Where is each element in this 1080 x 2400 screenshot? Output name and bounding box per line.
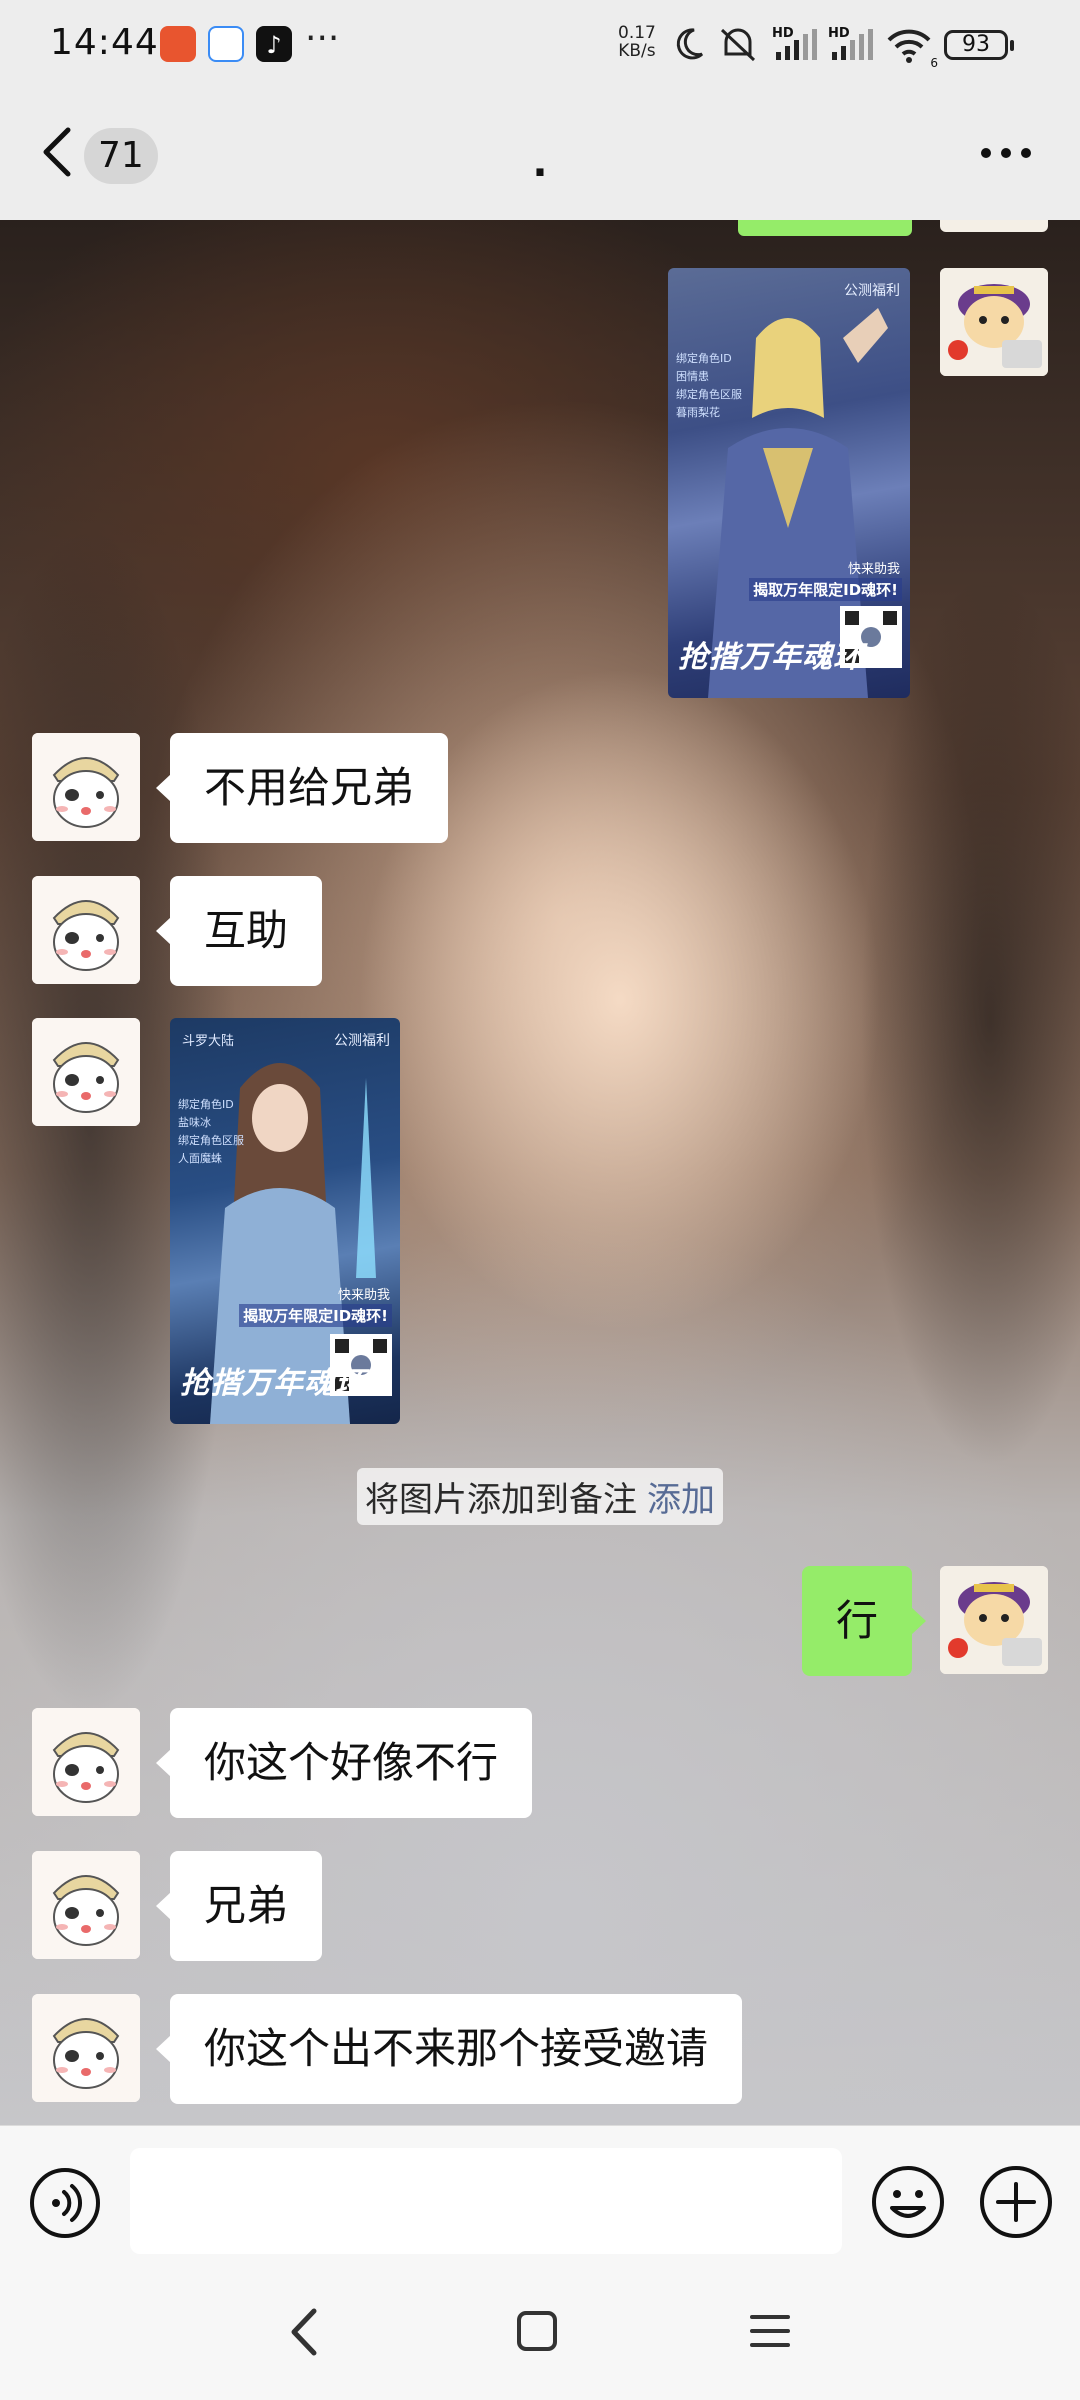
- poster-limit-text: 揭取万年限定ID魂环!: [239, 1304, 392, 1327]
- message-bubble-partial[interactable]: [738, 220, 912, 236]
- svg-text:♪: ♪: [266, 31, 281, 59]
- poster-side-text: 绑定角色ID 困情患 绑定角色区服 暮雨梨花: [676, 352, 742, 419]
- avatar[interactable]: [32, 1018, 140, 1126]
- system-tip: 将图片添加到备注 添加: [0, 1468, 1080, 1525]
- poster-title: 抢揩万年魂环: [180, 1366, 366, 1401]
- add-remark-link[interactable]: 添加: [647, 1480, 715, 1520]
- app-icon-orange: [160, 26, 196, 62]
- moon-icon: [676, 28, 704, 60]
- chat-message-list[interactable]: 公测福利 绑定角色ID 困情患 绑定角色区服 暮雨梨花 快来助我 揭取万年限定I…: [0, 220, 1080, 2125]
- chat-title: .: [532, 140, 548, 186]
- text-message[interactable]: 互助: [155, 876, 323, 986]
- poster-header: 斗罗大陆: [182, 1034, 235, 1049]
- poster-limit-text: 揭取万年限定ID魂环!: [749, 578, 902, 601]
- signal-icon: HD: [772, 26, 822, 64]
- system-nav-bar: [0, 2265, 1080, 2400]
- more-dots-icon[interactable]: [978, 138, 1034, 168]
- avatar[interactable]: [32, 1851, 140, 1959]
- avatar[interactable]: [32, 1708, 140, 1816]
- text-message[interactable]: 你这个好像不行: [155, 1708, 533, 1818]
- voice-icon[interactable]: [28, 2166, 102, 2240]
- text-message[interactable]: 行: [802, 1566, 927, 1676]
- poster-header: 公测福利: [844, 283, 900, 299]
- avatar[interactable]: [32, 876, 140, 984]
- avatar[interactable]: [940, 1566, 1048, 1674]
- status-bar: 14:44 ♪ ··· 0.17 KB/s HD HD 6 93: [0, 0, 1080, 92]
- avatar[interactable]: [32, 733, 140, 841]
- avatar[interactable]: [32, 1994, 140, 2102]
- chat-background-shade: [860, 570, 1080, 1470]
- wifi-icon: 6: [886, 26, 938, 70]
- system-tip-text: 将图片添加到备注: [365, 1480, 637, 1520]
- poster-help-text: 快来助我: [847, 562, 900, 577]
- nav-home-icon[interactable]: [515, 2309, 559, 2353]
- text-message[interactable]: 兄弟: [155, 1851, 323, 1961]
- app-icon-chat: [208, 26, 244, 62]
- poster-side-text: 绑定角色ID 盐味冰 绑定角色区服 人面魔蛛: [178, 1098, 244, 1165]
- battery-level: 93: [962, 32, 990, 57]
- poster-header: 公测福利: [334, 1033, 390, 1049]
- signal-icon: HD: [828, 26, 878, 64]
- mute-icon: [720, 28, 756, 62]
- avatar[interactable]: [940, 268, 1048, 376]
- image-message[interactable]: 斗罗大陆 公测福利 绑定角色ID 盐味冰 绑定角色区服 人面魔蛛 快来助我 揭取…: [170, 1018, 400, 1424]
- poster-title: 抢揩万年魂环: [678, 640, 864, 675]
- text-message[interactable]: 你这个出不来那个接受邀请: [155, 1994, 743, 2104]
- avatar-partial[interactable]: [940, 220, 1048, 232]
- nav-menu-icon[interactable]: [748, 2309, 792, 2353]
- net-speed: 0.17 KB/s: [618, 24, 656, 60]
- status-overflow: ···: [305, 18, 340, 59]
- nav-back-icon[interactable]: [284, 2305, 324, 2359]
- text-message[interactable]: 不用给兄弟: [155, 733, 449, 843]
- image-message[interactable]: 公测福利 绑定角色ID 困情患 绑定角色区服 暮雨梨花 快来助我 揭取万年限定I…: [668, 268, 910, 698]
- tiktok-icon: ♪: [256, 26, 292, 62]
- system-tip-box: 将图片添加到备注 添加: [357, 1468, 723, 1525]
- net-speed-value: 0.17: [618, 23, 656, 43]
- plus-icon[interactable]: [978, 2164, 1054, 2240]
- battery-icon: 93: [944, 30, 1014, 60]
- wifi-index: 6: [930, 56, 938, 70]
- poster-help-text: 快来助我: [337, 1288, 390, 1303]
- input-bar: [0, 2125, 1080, 2265]
- emoji-icon[interactable]: [870, 2164, 946, 2240]
- message-input[interactable]: [130, 2148, 842, 2254]
- net-speed-unit: KB/s: [618, 41, 656, 61]
- status-time: 14:44: [50, 22, 159, 63]
